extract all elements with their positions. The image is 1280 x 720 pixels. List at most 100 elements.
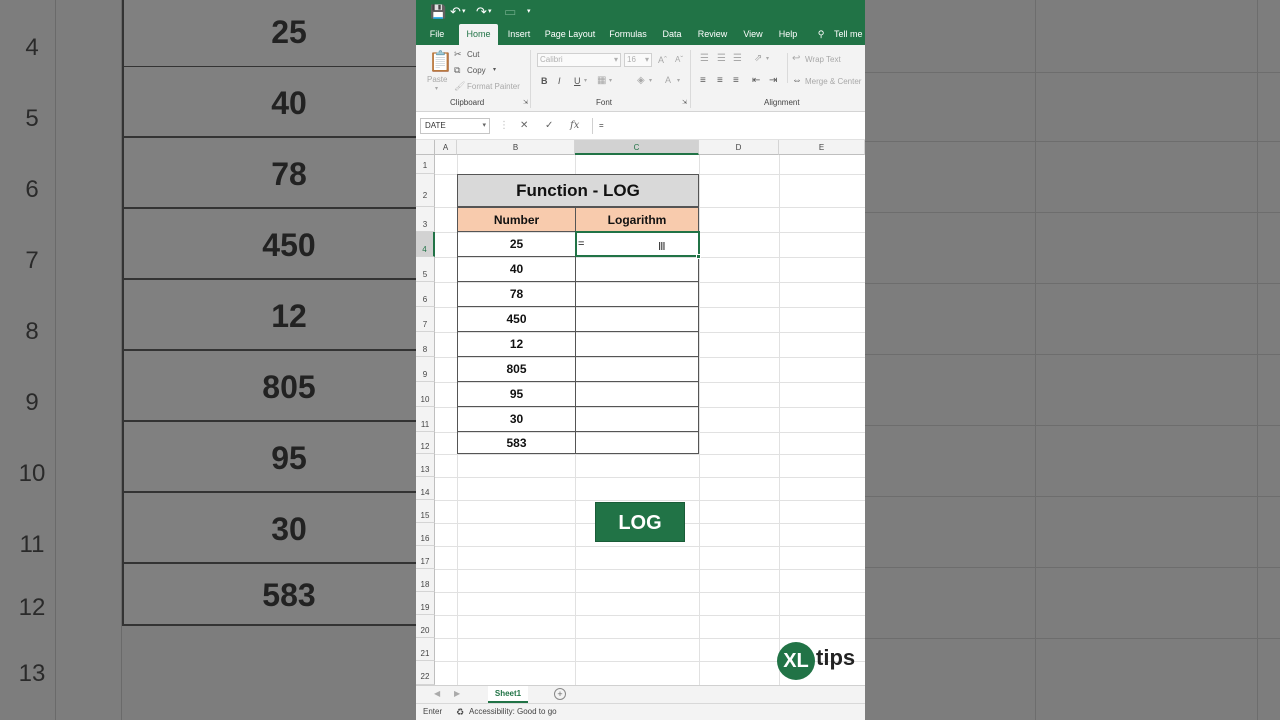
row-header[interactable]: 3 [416, 207, 435, 232]
row-header[interactable]: 15 [416, 500, 435, 523]
column-header-b[interactable]: B [457, 140, 575, 155]
insert-function-icon[interactable]: fx [570, 118, 579, 134]
logarithm-cell[interactable] [575, 306, 699, 332]
save-icon[interactable]: 💾 [430, 4, 446, 20]
align-left-icon[interactable]: ≡ [700, 75, 706, 86]
borders-icon[interactable]: ▦ [597, 75, 606, 86]
formula-input[interactable]: = [592, 118, 865, 134]
tab-file[interactable]: File [422, 24, 452, 45]
number-cell[interactable]: 40 [457, 256, 576, 282]
italic-button[interactable]: I [558, 76, 561, 86]
bold-button[interactable]: B [541, 76, 548, 86]
row-header[interactable]: 17 [416, 546, 435, 569]
grow-font-icon[interactable]: Aˆ [658, 55, 667, 65]
number-cell[interactable]: 95 [457, 381, 576, 407]
row-header[interactable]: 11 [416, 407, 435, 432]
select-all-corner[interactable] [416, 140, 435, 155]
logarithm-cell[interactable] [575, 406, 699, 432]
tab-page-layout[interactable]: Page Layout [544, 24, 596, 45]
align-center-icon[interactable]: ≡ [717, 75, 723, 86]
column-header-c[interactable]: C [575, 140, 699, 155]
number-cell[interactable]: 30 [457, 406, 576, 432]
add-sheet-button[interactable]: + [554, 688, 566, 700]
font-color-icon[interactable]: A [665, 75, 671, 85]
orientation-dropdown-icon[interactable]: ▾ [766, 55, 769, 62]
row-header[interactable]: 12 [416, 432, 435, 454]
row-header[interactable]: 4 [416, 232, 435, 257]
undo-dropdown-icon[interactable]: ▾ [462, 4, 466, 20]
row-header[interactable]: 13 [416, 454, 435, 477]
customize-qat-icon[interactable]: ▾ [527, 4, 531, 20]
paste-icon[interactable]: 📋 [428, 51, 453, 73]
font-color-dropdown-icon[interactable]: ▾ [677, 77, 680, 84]
cancel-entry-icon[interactable]: ✕ [520, 118, 528, 134]
row-header[interactable]: 22 [416, 661, 435, 685]
tab-view[interactable]: View [741, 24, 765, 45]
active-cell-c4[interactable]: = [575, 231, 700, 257]
tab-insert[interactable]: Insert [504, 24, 534, 45]
decrease-indent-icon[interactable]: ⇤ [752, 75, 760, 86]
number-cell[interactable]: 583 [457, 431, 576, 454]
underline-dropdown-icon[interactable]: ▾ [584, 77, 587, 84]
logarithm-cell[interactable] [575, 281, 699, 307]
number-cell[interactable]: 25 [457, 231, 576, 257]
row-header[interactable]: 2 [416, 174, 435, 207]
row-header[interactable]: 6 [416, 282, 435, 307]
fill-color-icon[interactable]: ◈ [637, 75, 645, 86]
underline-button[interactable]: U [574, 76, 581, 86]
logarithm-cell[interactable] [575, 431, 699, 454]
borders-dropdown-icon[interactable]: ▾ [609, 77, 612, 84]
font-size-box[interactable]: 16 ▾ [624, 53, 652, 67]
tab-data[interactable]: Data [660, 24, 684, 45]
lightbulb-icon[interactable]: ⚲ [816, 24, 826, 45]
top-align-icon[interactable]: ☰ [700, 53, 709, 64]
header-number-cell[interactable]: Number [457, 207, 576, 232]
paste-label[interactable]: Paste [427, 75, 447, 84]
column-header-a[interactable]: A [435, 140, 457, 155]
row-header[interactable]: 9 [416, 357, 435, 382]
number-cell[interactable]: 805 [457, 356, 576, 382]
wrap-text-button[interactable]: Wrap Text [805, 55, 841, 64]
tab-help[interactable]: Help [777, 24, 799, 45]
name-box[interactable]: DATE ▾ [420, 118, 490, 134]
paste-dropdown-icon[interactable]: ▾ [435, 85, 438, 92]
logarithm-cell[interactable] [575, 381, 699, 407]
middle-align-icon[interactable]: ☰ [717, 53, 726, 64]
increase-indent-icon[interactable]: ⇥ [769, 75, 777, 86]
scroll-sheets-left-icon[interactable]: ◀ [434, 689, 440, 698]
tab-review[interactable]: Review [696, 24, 729, 45]
logarithm-cell[interactable] [575, 356, 699, 382]
merge-center-button[interactable]: Merge & Center [805, 77, 861, 86]
number-cell[interactable]: 12 [457, 331, 576, 357]
header-logarithm-cell[interactable]: Logarithm [575, 207, 699, 232]
tell-me-search[interactable]: Tell me w [834, 24, 865, 45]
table-title-cell[interactable]: Function - LOG [457, 174, 699, 207]
tab-formulas[interactable]: Formulas [608, 24, 648, 45]
row-header[interactable]: 5 [416, 257, 435, 282]
number-cell[interactable]: 450 [457, 306, 576, 332]
sheet-tab-sheet1[interactable]: Sheet1 [488, 686, 528, 703]
orientation-icon[interactable]: ⇗ [754, 53, 762, 64]
font-launcher-icon[interactable]: ⇲ [682, 99, 687, 106]
row-header[interactable]: 1 [416, 155, 435, 174]
row-header[interactable]: 8 [416, 332, 435, 357]
format-painter-button[interactable]: Format Painter [467, 82, 520, 91]
font-name-box[interactable]: Calibri ▾ [537, 53, 621, 67]
number-cell[interactable]: 78 [457, 281, 576, 307]
align-right-icon[interactable]: ≡ [733, 75, 739, 86]
row-header[interactable]: 18 [416, 569, 435, 592]
shrink-font-icon[interactable]: Aˇ [675, 55, 683, 64]
redo-dropdown-icon[interactable]: ▾ [488, 4, 492, 20]
row-header[interactable]: 19 [416, 592, 435, 615]
row-header[interactable]: 16 [416, 523, 435, 546]
row-header[interactable]: 21 [416, 638, 435, 661]
logarithm-cell[interactable] [575, 256, 699, 282]
row-header[interactable]: 10 [416, 382, 435, 407]
fill-color-dropdown-icon[interactable]: ▾ [649, 77, 652, 84]
column-header-d[interactable]: D [699, 140, 779, 155]
redo-icon[interactable]: ↷ [476, 4, 487, 20]
row-header[interactable]: 14 [416, 477, 435, 500]
row-header[interactable]: 7 [416, 307, 435, 332]
bottom-align-icon[interactable]: ☰ [733, 53, 742, 64]
fill-handle[interactable] [696, 254, 701, 259]
